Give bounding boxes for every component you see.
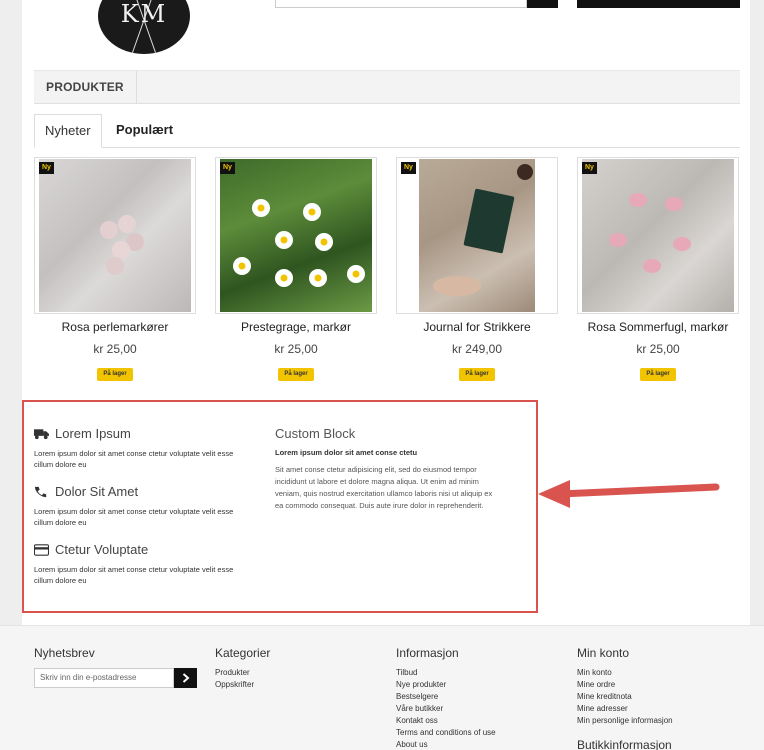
product-name[interactable]: Rosa perlemarkører <box>34 320 196 334</box>
product-card[interactable]: Ny Journal for Strikkere kr 249,00 På la… <box>396 157 558 381</box>
footer-account: Min konto Min konto Mine ordre Mine kred… <box>577 646 673 727</box>
custom-block-title: Custom Block <box>275 426 356 441</box>
nav-item-produkter[interactable]: PRODUKTER <box>34 71 137 104</box>
search-input[interactable] <box>275 0 527 8</box>
product-price: kr 25,00 <box>274 342 318 356</box>
new-badge: Ny <box>39 162 54 174</box>
product-image[interactable]: Ny <box>215 157 377 314</box>
product-price: kr 25,00 <box>636 342 680 356</box>
footer: Nyhetsbrev Skriv inn din e-postadresse K… <box>0 625 764 750</box>
tab-populaert[interactable]: Populært <box>106 114 183 148</box>
footer-heading: Informasjon <box>396 646 459 660</box>
footer-heading: Min konto <box>577 646 630 660</box>
product-price: kr 249,00 <box>451 342 503 356</box>
stock-badge: På lager <box>97 368 133 381</box>
footer-heading: Nyhetsbrev <box>34 646 95 660</box>
custom-block-subtitle: Lorem ipsum dolor sit amet conse ctetu <box>275 448 418 457</box>
footer-link[interactable]: Tilbud <box>396 667 496 679</box>
footer-categories: Kategorier Produkter Oppskrifter <box>215 646 270 691</box>
new-badge: Ny <box>401 162 416 174</box>
product-name[interactable]: Prestegrage, markør <box>215 320 377 334</box>
logo-text: KM <box>120 0 168 28</box>
truck-icon <box>34 429 49 440</box>
footer-link[interactable]: Produkter <box>215 667 270 679</box>
footer-link[interactable]: Mine kreditnota <box>577 691 673 703</box>
info-text: Lorem ipsum dolor sit amet conse ctetur … <box>34 507 234 527</box>
info-title: Dolor Sit Amet <box>55 484 139 499</box>
stock-badge: På lager <box>278 368 314 381</box>
info-title: Lorem Ipsum <box>55 426 131 441</box>
footer-link[interactable]: Våre butikker <box>396 703 496 715</box>
custom-block: Custom Block Lorem ipsum dolor sit amet … <box>275 426 500 512</box>
info-text: Lorem ipsum dolor sit amet conse ctetur … <box>34 565 234 585</box>
info-block: Ctetur Voluptate Lorem ipsum dolor sit a… <box>34 542 254 586</box>
newsletter-email-input[interactable]: Skriv inn din e-postadresse <box>34 668 174 688</box>
annotation-arrow-icon <box>538 480 720 508</box>
footer-link[interactable]: Mine adresser <box>577 703 673 715</box>
cart-button[interactable] <box>577 0 740 8</box>
footer-link[interactable]: Mine ordre <box>577 679 673 691</box>
chevron-right-icon <box>182 673 190 683</box>
footer-link[interactable]: About us <box>396 739 496 750</box>
tab-nyheter[interactable]: Nyheter <box>34 114 102 148</box>
product-image[interactable]: Ny <box>396 157 558 314</box>
product-name[interactable]: Rosa Sommerfugl, markør <box>577 320 739 334</box>
main-nav: PRODUKTER <box>34 70 740 104</box>
footer-link[interactable]: Nye produkter <box>396 679 496 691</box>
footer-link[interactable]: Bestselgere <box>396 691 496 703</box>
product-card[interactable]: Ny Rosa Sommerfugl, markør kr 25,00 På l… <box>577 157 739 381</box>
footer-link[interactable]: Min konto <box>577 667 673 679</box>
footer-heading: Butikkinformasjon <box>577 738 672 750</box>
footer-link[interactable]: Terms and conditions of use <box>396 727 496 739</box>
info-text: Lorem ipsum dolor sit amet conse ctetur … <box>34 449 234 469</box>
info-title: Ctetur Voluptate <box>55 542 149 557</box>
stock-badge: På lager <box>640 368 676 381</box>
footer-link[interactable]: Min personlige informasjon <box>577 715 673 727</box>
info-block: Lorem Ipsum Lorem ipsum dolor sit amet c… <box>34 426 254 470</box>
product-name[interactable]: Journal for Strikkere <box>396 320 558 334</box>
product-tabs: Nyheter Populært <box>34 114 740 148</box>
credit-card-icon <box>34 544 49 556</box>
footer-link[interactable]: Kontakt oss <box>396 715 496 727</box>
product-card[interactable]: Ny Prestegrage, markør kr 25,00 På lager <box>215 157 377 381</box>
product-card[interactable]: Ny Rosa perlemarkører kr 25,00 På lager <box>34 157 196 381</box>
phone-icon <box>34 486 47 498</box>
info-block: Dolor Sit Amet Lorem ipsum dolor sit ame… <box>34 484 254 528</box>
product-image[interactable]: Ny <box>34 157 196 314</box>
newsletter-submit-button[interactable] <box>174 668 197 688</box>
search-button[interactable] <box>527 0 558 8</box>
footer-information: Informasjon Tilbud Nye produkter Bestsel… <box>396 646 496 750</box>
new-badge: Ny <box>582 162 597 174</box>
store-logo[interactable]: KM <box>98 0 190 54</box>
footer-newsletter: Nyhetsbrev <box>34 646 95 660</box>
custom-block-text: Sit amet conse ctetur adipisicing elit, … <box>275 465 493 510</box>
footer-link[interactable]: Oppskrifter <box>215 679 270 691</box>
product-image[interactable]: Ny <box>577 157 739 314</box>
footer-heading: Kategorier <box>215 646 271 660</box>
stock-badge: På lager <box>459 368 495 381</box>
new-badge: Ny <box>220 162 235 174</box>
product-price: kr 25,00 <box>93 342 137 356</box>
